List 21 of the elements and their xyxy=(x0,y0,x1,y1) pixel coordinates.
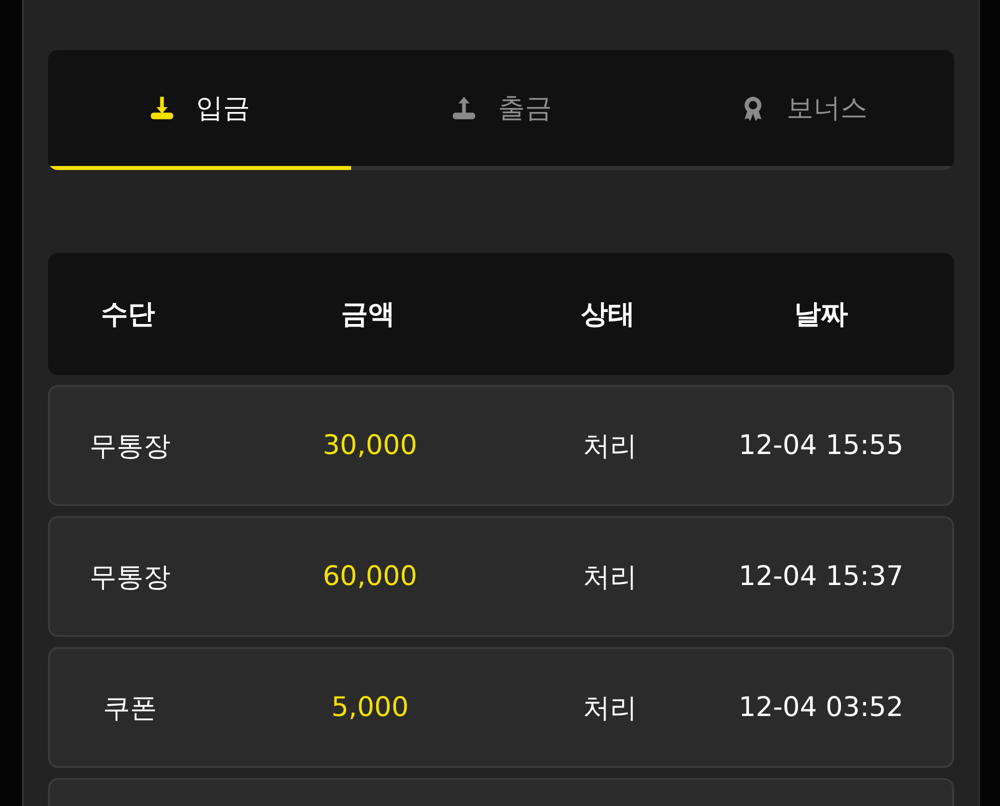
tab[interactable]: 출금 xyxy=(350,50,652,166)
column-header: 수단 xyxy=(100,298,156,332)
status: 처리 xyxy=(582,560,638,594)
status: 처리 xyxy=(582,692,638,726)
column-header: 날짜 xyxy=(793,298,849,332)
date: 12-04 03:52 xyxy=(738,692,904,723)
amount: 5,000 xyxy=(330,692,410,723)
download-icon xyxy=(148,94,176,122)
payment-method: 무통장 xyxy=(88,430,172,464)
date: 12-04 15:37 xyxy=(738,561,904,592)
tab[interactable]: 입금 xyxy=(48,50,350,166)
payment-method: 무통장 xyxy=(88,560,172,594)
status: 처리 xyxy=(582,430,638,464)
tab[interactable]: 보너스 xyxy=(652,50,954,166)
payment-method: 쿠폰 xyxy=(102,692,158,726)
amount: 30,000 xyxy=(322,430,418,461)
column-header: 금액 xyxy=(340,298,396,332)
column-header: 상태 xyxy=(580,298,636,332)
date: 12-04 15:55 xyxy=(738,430,904,461)
upload-icon xyxy=(450,94,478,122)
amount: 60,000 xyxy=(322,561,418,592)
